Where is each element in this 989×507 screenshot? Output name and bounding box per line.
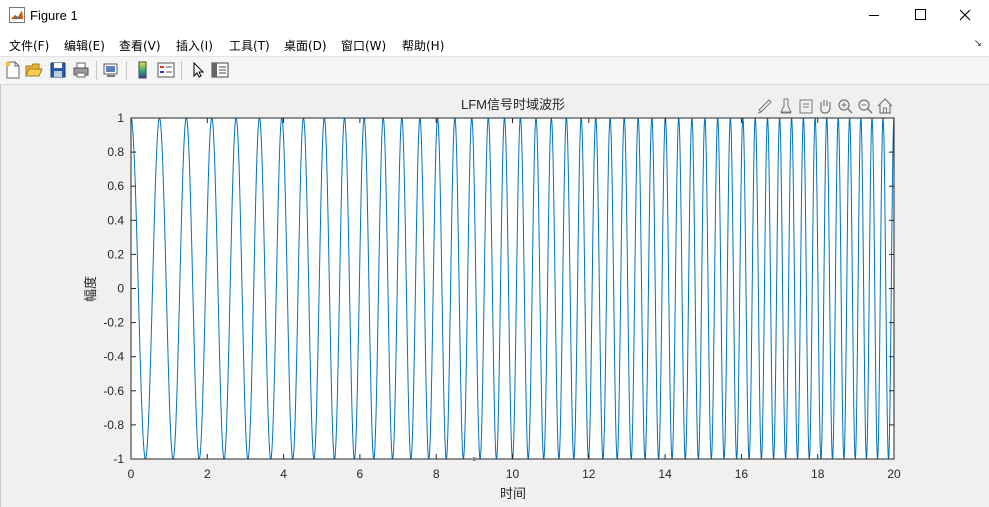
axes-toolbar (757, 98, 893, 114)
maximize-button[interactable] (897, 0, 943, 31)
open-button[interactable] (24, 60, 44, 80)
restore-view-button[interactable] (799, 99, 813, 114)
new-figure-button[interactable] (3, 60, 23, 80)
figure-canvas[interactable]: 0 2 4 6 8 10 12 14 16 18 20 1 0.8 0.6 0.4 0.2 0 -0.2 -0.4 -… (0, 85, 989, 507)
save-button[interactable] (48, 60, 68, 80)
legend-button[interactable] (156, 60, 176, 80)
toolbar-separator (96, 61, 97, 80)
y-tick-label: -0.8 (103, 418, 124, 432)
toolbar-separator (181, 61, 182, 80)
zoom-in-icon (838, 99, 853, 114)
data-cursor-icon (780, 98, 792, 114)
y-tick-label: -0.2 (103, 316, 124, 330)
legend-icon (157, 62, 175, 78)
menu-view[interactable]: 查看(V) (119, 37, 161, 54)
axes-background (131, 118, 894, 459)
menu-insert[interactable]: 插入(I) (176, 37, 213, 54)
pan-button[interactable] (820, 100, 831, 114)
y-tick-label: 0.6 (107, 179, 124, 193)
data-point-marker[interactable] (472, 457, 477, 461)
data-cursor-button[interactable] (780, 98, 792, 114)
y-tick-label: -0.4 (103, 350, 124, 364)
toolbar-separator (126, 61, 127, 80)
property-inspector-button[interactable] (210, 60, 230, 80)
window-title-bar[interactable]: Figure 1 (0, 0, 989, 31)
close-icon (959, 9, 971, 21)
x-tick-label: 12 (582, 467, 596, 481)
y-tick-label: -1 (113, 452, 124, 466)
restore-view-icon (799, 99, 813, 114)
colorbar-icon (138, 61, 147, 79)
y-tick-label: 0.4 (107, 213, 124, 227)
print-button[interactable] (71, 60, 91, 80)
minimize-button[interactable] (851, 0, 897, 31)
menu-window[interactable]: 窗口(W) (341, 37, 386, 54)
x-tick-label: 6 (357, 467, 364, 481)
print-icon (73, 62, 89, 78)
minimize-icon (869, 15, 879, 16)
menu-edit[interactable]: 编辑(E) (64, 37, 105, 54)
pointer-icon (193, 61, 205, 78)
x-tick-label: 8 (433, 467, 440, 481)
menu-desktop[interactable]: 桌面(D) (284, 37, 327, 54)
x-axis-label: 时间 (500, 486, 526, 501)
x-tick-label: 14 (658, 467, 672, 481)
matlab-logo-icon (9, 7, 25, 23)
zoom-out-button[interactable] (858, 99, 873, 114)
close-button[interactable] (943, 0, 989, 31)
figure-toolbar (0, 57, 989, 85)
menu-overflow-arrow-icon[interactable]: ↘ (974, 38, 982, 49)
new-figure-icon (5, 61, 20, 79)
zoom-in-button[interactable] (838, 99, 853, 114)
chart-title: LFM信号时域波形 (461, 97, 565, 112)
menu-file[interactable]: 文件(F) (9, 37, 49, 54)
property-inspector-icon (211, 62, 229, 78)
y-tick-label: 0.2 (107, 247, 124, 261)
menu-tools[interactable]: 工具(T) (229, 37, 270, 54)
pan-icon (820, 100, 831, 114)
save-icon (50, 62, 66, 78)
x-tick-label: 18 (811, 467, 825, 481)
colorbar-button[interactable] (133, 60, 153, 80)
link-plot-icon (103, 63, 118, 77)
y-tick-label: -0.6 (103, 384, 124, 398)
x-tick-label: 10 (506, 467, 520, 481)
x-tick-label: 16 (735, 467, 749, 481)
x-tick-label: 2 (204, 467, 211, 481)
home-button[interactable] (877, 98, 893, 114)
y-tick-label: 0.8 (107, 145, 124, 159)
x-tick-label: 0 (128, 467, 135, 481)
window-title: Figure 1 (30, 8, 78, 23)
y-tick-label: 0 (117, 282, 124, 296)
brush-icon (757, 99, 772, 114)
maximize-icon (915, 9, 926, 20)
open-icon (25, 63, 43, 77)
x-tick-label: 4 (280, 467, 287, 481)
link-plot-button[interactable] (101, 60, 121, 80)
lfm-chart[interactable]: 0 2 4 6 8 10 12 14 16 18 20 1 0.8 0.6 0.4 0.2 0 -0.2 -0.4 -… (1, 85, 989, 507)
menu-bar: 文件(F) 编辑(E) 查看(V) 插入(I) 工具(T) 桌面(D) 窗口(W… (0, 31, 989, 57)
zoom-out-icon (858, 99, 873, 114)
y-axis-label: 幅度 (83, 276, 98, 302)
edit-plot-button[interactable] (188, 60, 208, 80)
y-tick-label: 1 (117, 111, 124, 125)
home-icon (877, 98, 893, 114)
brush-button[interactable] (757, 99, 772, 114)
x-tick-label: 20 (887, 467, 901, 481)
menu-help[interactable]: 帮助(H) (402, 37, 444, 54)
